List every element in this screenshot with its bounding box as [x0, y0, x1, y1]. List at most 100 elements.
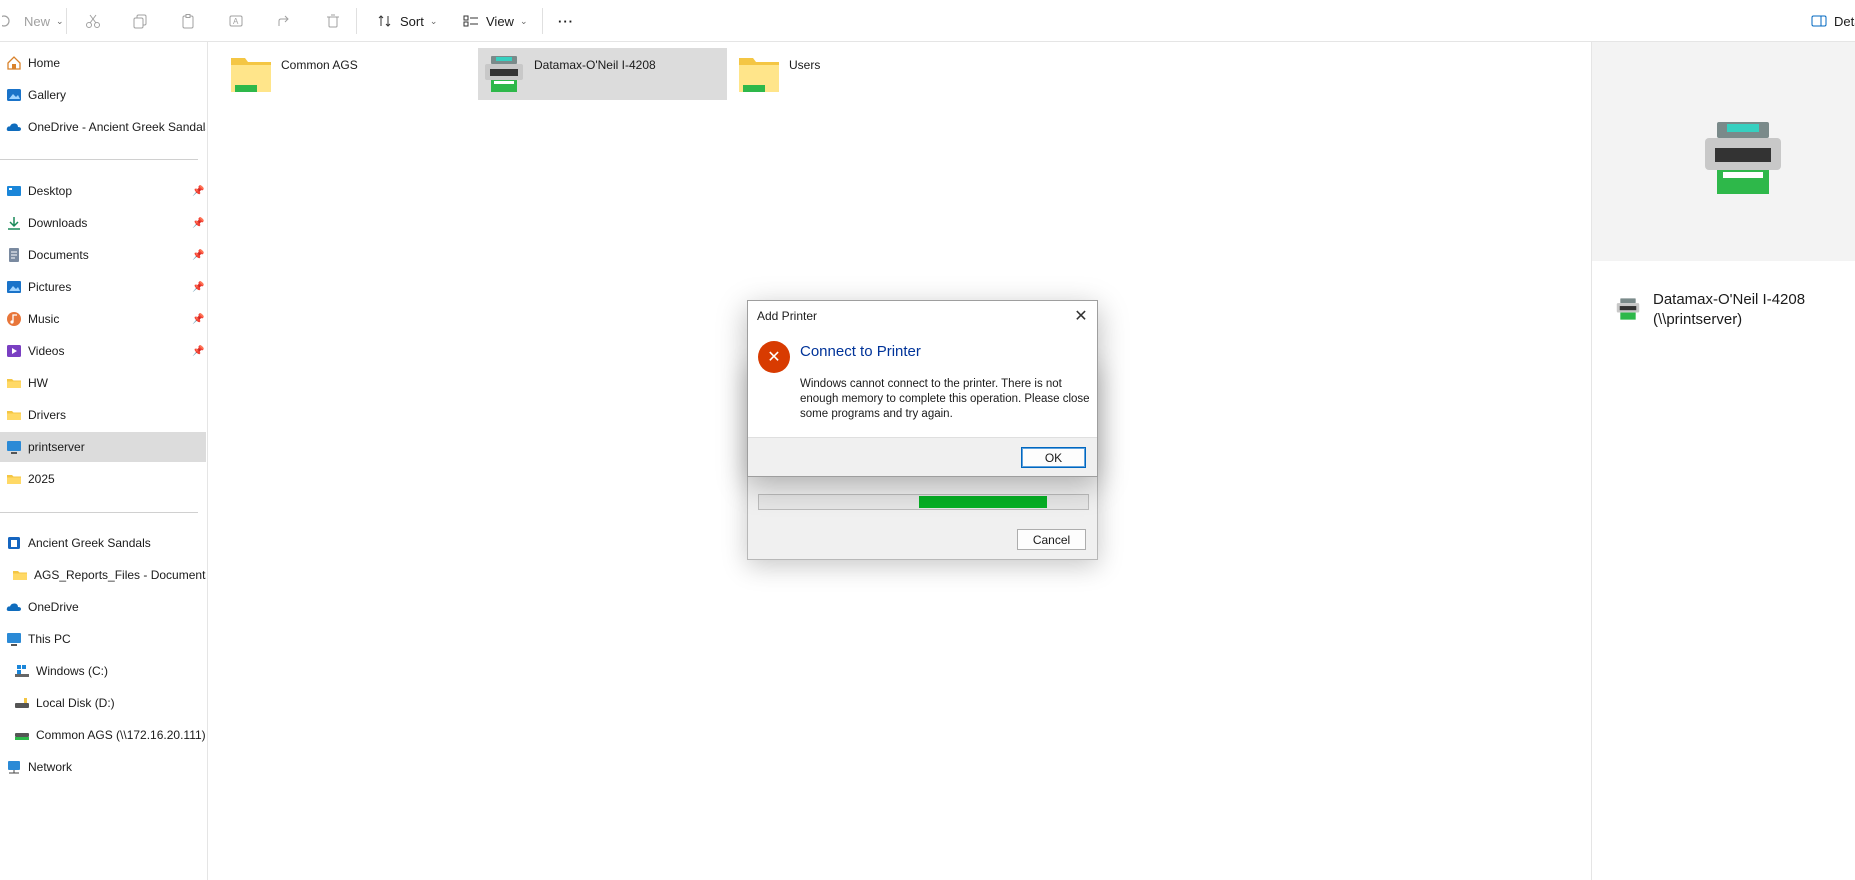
sidebar-item-onedrive[interactable]: OneDrive: [0, 592, 206, 622]
printer-icon: [485, 56, 523, 92]
sidebar-item-network[interactable]: Network: [0, 752, 206, 782]
sidebar-item-label: Home: [28, 56, 61, 70]
sort-label: Sort: [400, 13, 424, 29]
pictures-icon: [6, 279, 22, 295]
sidebar-item-label: Ancient Greek Sandals: [28, 536, 151, 550]
delete-button[interactable]: [324, 6, 342, 36]
sidebar-item-printserver[interactable]: printserver: [0, 432, 206, 462]
sidebar-item-hw[interactable]: HW: [0, 368, 206, 398]
paste-icon: [179, 12, 197, 30]
new-label: New: [24, 13, 51, 29]
sidebar-divider: [0, 159, 198, 160]
sidebar-item-label: Network: [28, 760, 73, 774]
folder-icon: [6, 471, 22, 487]
sort-button[interactable]: Sort ⌄: [376, 6, 437, 36]
sidebar-item-label: AGS_Reports_Files - Documents: [34, 568, 206, 582]
sidebar-divider: [0, 512, 198, 513]
pin-icon[interactable]: 📌: [192, 346, 204, 357]
home-icon: [6, 55, 22, 71]
paste-button[interactable]: [179, 6, 197, 36]
sidebar-item-label: Windows (C:): [36, 664, 109, 678]
pin-icon[interactable]: 📌: [192, 250, 204, 261]
view-label: View: [486, 13, 514, 29]
share-button[interactable]: [276, 6, 294, 36]
sidebar-item-label: Pictures: [28, 280, 72, 294]
copy-button[interactable]: [131, 6, 149, 36]
sidebar-item-pictures[interactable]: Pictures 📌: [0, 272, 206, 302]
item-label: Users: [789, 58, 821, 72]
sidebar-item-desktop[interactable]: Desktop 📌: [0, 176, 206, 206]
item-label: Datamax-O'Neil I-4208: [534, 58, 656, 72]
sidebar-item-windows-c[interactable]: Windows (C:): [0, 656, 206, 686]
dialog-footer: OK: [748, 437, 1097, 476]
sidebar-item-label: Videos: [28, 344, 65, 358]
share-icon: [276, 12, 294, 30]
cut-button[interactable]: [84, 6, 102, 36]
close-button[interactable]: ✕: [1071, 306, 1091, 326]
sidebar-item-onedrive-business[interactable]: OneDrive - Ancient Greek Sandals: [0, 112, 206, 142]
drive-icon: [14, 695, 30, 711]
computer-icon: [6, 631, 22, 647]
folder-icon: [739, 58, 779, 92]
building-icon: [6, 535, 22, 551]
sidebar-item-videos[interactable]: Videos 📌: [0, 336, 206, 366]
pin-icon[interactable]: 📌: [192, 186, 204, 197]
sidebar-item-local-disk-d[interactable]: Local Disk (D:): [0, 688, 206, 718]
sidebar-item-label: This PC: [28, 632, 71, 646]
error-icon: ✕: [758, 341, 790, 373]
sidebar-item-2025[interactable]: 2025: [0, 464, 206, 494]
more-options-button[interactable]: ···: [558, 6, 574, 36]
sidebar-item-home[interactable]: Home: [0, 48, 206, 78]
sidebar-item-music[interactable]: Music 📌: [0, 304, 206, 334]
sidebar-item-label: Gallery: [28, 88, 67, 102]
drive-icon: [14, 663, 30, 679]
pin-icon[interactable]: 📌: [192, 282, 204, 293]
details-preview: [1592, 42, 1855, 261]
ok-button[interactable]: OK: [1021, 447, 1086, 468]
sidebar-item-ags-reports-files[interactable]: AGS_Reports_Files - Documents: [0, 560, 206, 590]
sidebar-item-common-ags-drive[interactable]: Common AGS (\\172.16.20.111) (: [0, 720, 206, 750]
sidebar-item-label: Desktop: [28, 184, 73, 198]
sidebar-item-documents[interactable]: Documents 📌: [0, 240, 206, 270]
sidebar-item-downloads[interactable]: Downloads 📌: [0, 208, 206, 238]
svg-text:A: A: [233, 17, 239, 26]
item-label: Common AGS: [281, 58, 358, 72]
sidebar-item-gallery[interactable]: Gallery: [0, 80, 206, 110]
list-item[interactable]: Datamax-O'Neil I-4208: [478, 48, 727, 100]
cloud-icon: [6, 119, 22, 135]
sidebar-item-drivers[interactable]: Drivers: [0, 400, 206, 430]
copy-icon: [131, 12, 149, 30]
more-icon: ···: [558, 13, 574, 29]
dialog-message: Windows cannot connect to the printer. T…: [800, 378, 1090, 420]
list-item[interactable]: Common AGS: [209, 48, 459, 100]
command-bar: New ⌄ A Sort ⌄ View ⌄ ··· Det: [0, 0, 1855, 42]
folder-icon: [231, 58, 271, 92]
details-pane: Datamax-O'Neil I-4208 (\\printserver): [1591, 42, 1855, 880]
cloud-icon: [6, 599, 22, 615]
add-printer-error-dialog: Add Printer ✕ ✕ Connect to Printer Windo…: [747, 300, 1098, 477]
folder-icon: [6, 375, 22, 391]
sidebar-item-label: Local Disk (D:): [36, 696, 115, 710]
folder-icon: [6, 407, 22, 423]
desktop-icon: [6, 183, 22, 199]
cancel-button[interactable]: Cancel: [1017, 529, 1086, 550]
dialog-titlebar: Add Printer: [748, 301, 1097, 331]
toolbar-divider: [356, 8, 357, 34]
sort-icon: [376, 12, 394, 30]
new-button[interactable]: New ⌄: [0, 6, 64, 36]
sidebar-item-this-pc[interactable]: This PC: [0, 624, 206, 654]
gallery-icon: [6, 87, 22, 103]
details-pane-button[interactable]: Deta: [1810, 6, 1855, 36]
sidebar-item-label: Music: [28, 312, 60, 326]
cut-icon: [84, 12, 102, 30]
pin-icon[interactable]: 📌: [192, 218, 204, 229]
rename-button[interactable]: A: [227, 6, 245, 36]
new-icon: [0, 12, 18, 30]
view-button[interactable]: View ⌄: [462, 6, 528, 36]
list-item[interactable]: Users: [730, 48, 980, 100]
sidebar-item-label: Common AGS (\\172.16.20.111) (: [36, 728, 206, 742]
progress-bar: [758, 494, 1089, 510]
navigation-pane: Home Gallery OneDrive - Ancient Greek Sa…: [0, 42, 208, 880]
pin-icon[interactable]: 📌: [192, 314, 204, 325]
sidebar-item-ancient-greek-sandals[interactable]: Ancient Greek Sandals: [0, 528, 206, 558]
